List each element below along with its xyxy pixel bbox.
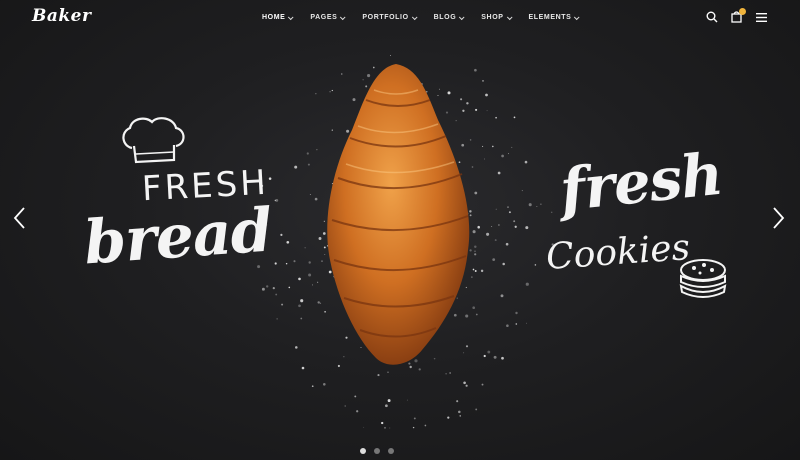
chevron-down-icon [288, 13, 294, 20]
slider-dot[interactable] [374, 448, 380, 454]
nav-pages[interactable]: PAGES [310, 13, 346, 21]
prev-slide-arrow-icon[interactable] [12, 206, 26, 230]
search-icon[interactable] [706, 11, 718, 23]
nav-home[interactable]: HOME [262, 13, 294, 21]
chevron-down-icon [506, 13, 513, 20]
nav-shop[interactable]: SHOP [481, 13, 513, 21]
cookie-icon [679, 259, 727, 298]
cart-badge [739, 8, 746, 15]
nav-elements-label: ELEMENTS [528, 14, 572, 21]
nav-shop-label: SHOP [481, 14, 504, 21]
cookies-heading: Cookies [544, 227, 692, 278]
main-nav: HOME PAGES PORTFOLIO BLOG SHOP ELEMENTS [262, 13, 596, 21]
nav-portfolio-label: PORTFOLIO [362, 14, 409, 21]
nav-blog[interactable]: BLOG [433, 13, 465, 21]
nav-portfolio[interactable]: PORTFOLIO [362, 13, 418, 21]
logo[interactable]: Baker [32, 6, 91, 26]
nav-elements[interactable]: ELEMENTS [528, 13, 580, 21]
menu-icon[interactable] [756, 13, 767, 22]
chef-hat-icon [122, 117, 185, 164]
next-slide-arrow-icon[interactable] [772, 206, 786, 230]
slider-dot[interactable] [360, 448, 366, 454]
hero-slider: FRESH bread fresh Cookies Baker HOME PAG… [0, 0, 800, 460]
nav-pages-label: PAGES [310, 14, 338, 21]
nav-blog-label: BLOG [433, 14, 457, 21]
nav-home-label: HOME [262, 14, 286, 21]
chevron-down-icon [340, 13, 346, 20]
site-header: Baker HOME PAGES PORTFOLIO BLOG SHOP ELE… [0, 0, 800, 38]
slider-pagination [360, 448, 394, 454]
slider-dot[interactable] [388, 448, 394, 454]
croissant-image [327, 64, 470, 365]
fresh-heading-right: fresh [556, 139, 726, 225]
chevron-down-icon [459, 13, 465, 20]
chevron-down-icon [411, 13, 418, 20]
chevron-down-icon [574, 13, 580, 20]
bread-heading: bread [81, 195, 274, 279]
